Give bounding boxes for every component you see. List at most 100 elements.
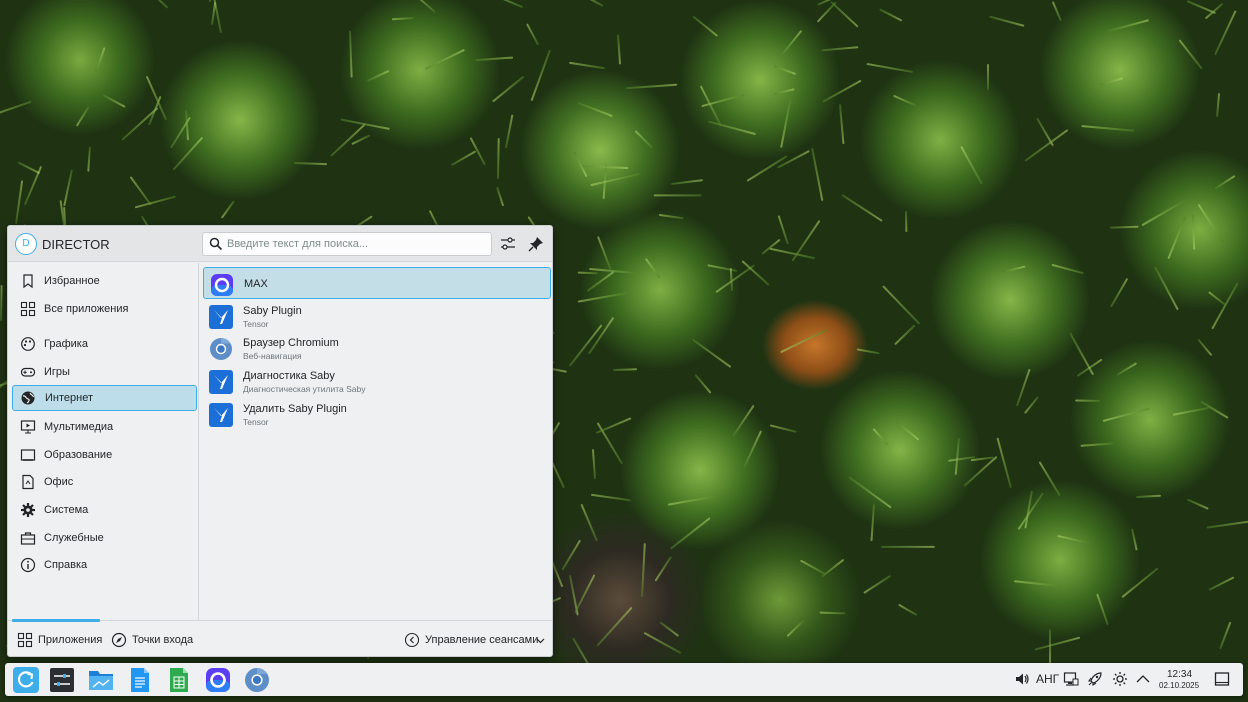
tab-entry-points[interactable]: Точки входа (111, 630, 196, 650)
moss-leaf (450, 150, 476, 167)
moss-leaf (14, 180, 23, 225)
moss-leaf (1206, 518, 1248, 529)
moss-leaf (75, 106, 90, 127)
show-desktop-icon[interactable] (1214, 671, 1230, 687)
moss-leaf (1141, 199, 1187, 227)
moss-leaf (590, 172, 641, 186)
application-launcher: D DIRECTOR Избранное Все приложения (7, 225, 553, 657)
spreadsheet-icon[interactable] (166, 667, 192, 693)
moss-leaf (1172, 406, 1210, 416)
filter-settings-button[interactable] (498, 234, 518, 254)
chevron-up-icon[interactable] (1135, 671, 1151, 687)
category-multimedia[interactable]: Мультимедиа (12, 414, 197, 440)
launcher-icon[interactable] (13, 667, 39, 693)
network-icon[interactable] (1063, 671, 1079, 687)
globe-icon (21, 391, 35, 405)
chromium-icon[interactable] (244, 667, 270, 693)
app-item-saby-plugin[interactable]: Saby Plugin Tensor (203, 300, 551, 332)
bookmark-icon (23, 274, 33, 289)
volume-icon[interactable] (1014, 671, 1030, 687)
moss-leaf (654, 556, 672, 582)
app-name: Удалить Saby Plugin (243, 403, 347, 415)
category-utilities[interactable]: Служебные (12, 525, 197, 551)
moss-leaf (820, 559, 844, 578)
moss-leaf (1110, 278, 1129, 308)
pin-icon[interactable] (526, 234, 546, 254)
moss-leaf (17, 161, 40, 174)
category-label: Интернет (45, 392, 93, 404)
category-system[interactable]: Система (12, 497, 197, 523)
max-icon[interactable] (205, 667, 231, 693)
moss-leaf (1213, 10, 1237, 56)
office-icon (22, 474, 34, 490)
search-box[interactable] (202, 232, 492, 256)
category-education[interactable]: Образование (12, 442, 197, 468)
moss-leaf (897, 603, 918, 616)
moss-leaf (694, 373, 712, 394)
launcher-header: D DIRECTOR (8, 226, 552, 262)
moss-leaf (800, 559, 826, 575)
moss-leaf (0, 285, 3, 322)
category-all-apps[interactable]: Все приложения (12, 296, 197, 322)
moss-leaf (640, 543, 646, 598)
moss-leaf (786, 619, 805, 637)
category-favorites[interactable]: Избранное (12, 268, 197, 294)
moss-leaf (1197, 203, 1224, 243)
moss-leaf (707, 264, 737, 273)
moss-leaf (496, 187, 505, 207)
moss-leaf (838, 104, 845, 144)
app-item-chromium[interactable]: Браузер Chromium Веб-навигация (203, 332, 551, 364)
category-help[interactable]: Справка (12, 552, 197, 578)
category-games[interactable]: Игры (12, 359, 197, 385)
moss-leaf (95, 47, 106, 73)
compass-icon (111, 632, 127, 648)
category-office[interactable]: Офис (12, 469, 197, 495)
moss-leaf (1186, 498, 1209, 510)
moss-leaf (780, 328, 828, 353)
category-internet[interactable]: Интернет (12, 385, 197, 411)
palette-icon (21, 337, 35, 351)
category-graphics[interactable]: Графика (12, 331, 197, 357)
moss-leaf (561, 539, 582, 571)
moss-leaf (0, 100, 32, 118)
multimedia-icon (20, 420, 36, 434)
moss-leaf (773, 88, 795, 96)
search-input[interactable] (227, 236, 487, 252)
file-manager-icon[interactable] (88, 667, 114, 693)
app-name: Saby Plugin (243, 305, 302, 317)
moss-leaf (366, 70, 389, 83)
app-item-saby-diagnostics[interactable]: Диагностика Saby Диагностическая утилита… (203, 365, 551, 397)
clock-date[interactable]: 02.10.2025 (1159, 681, 1199, 690)
moss-leaf (1192, 214, 1196, 250)
app-item-max[interactable]: MAX (203, 267, 551, 299)
info-icon (20, 557, 36, 573)
moss-leaf (616, 34, 621, 65)
moss-leaf (830, 1, 859, 28)
moss-leaf (881, 546, 936, 549)
moss-leaf (659, 621, 680, 638)
brightness-icon[interactable] (1112, 671, 1128, 687)
moss-leaf (573, 573, 596, 614)
tab-applications[interactable]: Приложения (17, 630, 107, 650)
app-description: Веб-навигация (243, 351, 302, 361)
moss-leaf (475, 56, 514, 61)
moss-leaf (1051, 263, 1084, 275)
settings-icon[interactable] (49, 667, 75, 693)
moss-leaf (986, 64, 989, 91)
moss-leaf (1208, 291, 1227, 306)
moss-leaf (1034, 636, 1081, 651)
clock-time[interactable]: 12:34 (1167, 669, 1192, 680)
category-label: Избранное (44, 275, 100, 287)
moss-leaf (963, 455, 998, 487)
moss-leaf (185, 110, 190, 141)
session-management-button[interactable]: Управление сеансами (404, 630, 546, 650)
moss-leaf (761, 238, 782, 255)
app-item-remove-saby-plugin[interactable]: Удалить Saby Plugin Tensor (203, 398, 551, 430)
moss-leaf (1048, 629, 1051, 664)
text-document-icon[interactable] (127, 667, 153, 693)
moss-leaf (578, 102, 614, 118)
keyboard-layout-indicator[interactable]: АНГ (1036, 672, 1059, 686)
avatar[interactable]: D (15, 233, 37, 255)
moss-leaf (171, 136, 203, 172)
rocket-icon[interactable] (1087, 671, 1103, 687)
